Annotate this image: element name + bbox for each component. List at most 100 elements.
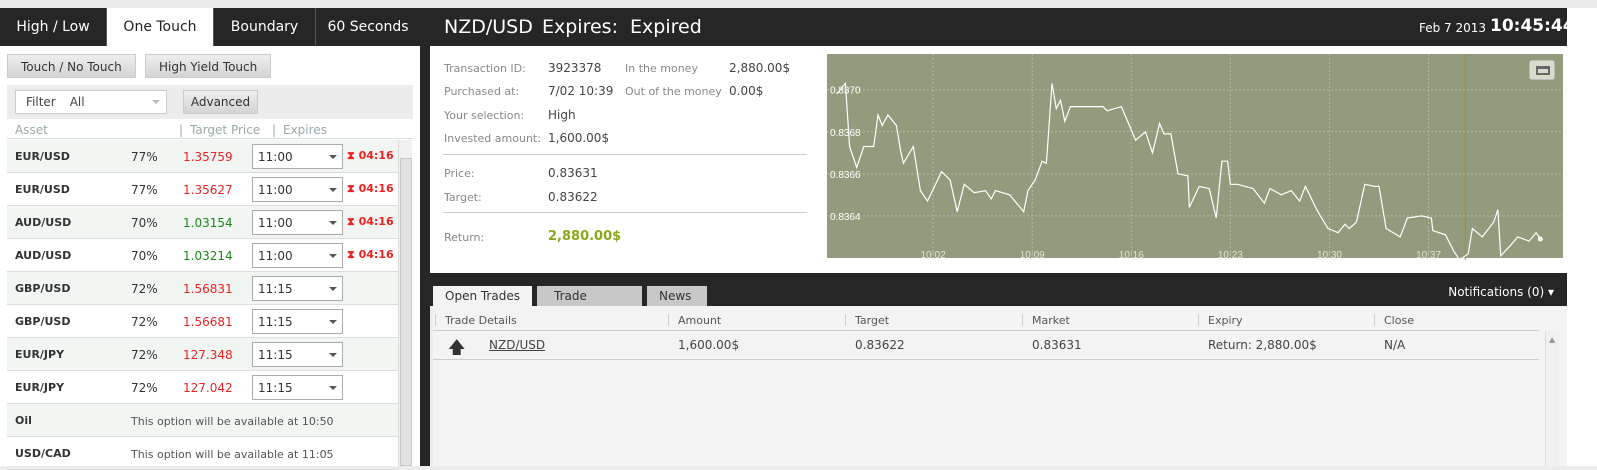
trades-scrollbar[interactable]: ▲ [1545, 331, 1559, 466]
notifications-label: Notifications (0) [1448, 285, 1545, 299]
expiry-select[interactable]: 11:00 [252, 210, 343, 235]
target: 0.83622 [548, 190, 598, 204]
tab-high-low[interactable]: High / Low [0, 8, 107, 46]
left-panel: High / Low One Touch Boundary 60 Seconds… [0, 8, 420, 470]
asset-row[interactable]: AUD/USD 70% 1.03214 11:00 ⧗ 04:16 [7, 239, 399, 272]
payout: 77% [131, 150, 158, 164]
label: In the money [625, 62, 698, 75]
trade-market: 0.83631 [1032, 338, 1082, 352]
filter-select[interactable]: Filter All [15, 90, 167, 114]
payout: 77% [131, 183, 158, 197]
asset-row[interactable]: GBP/USD 72% 1.56831 11:15 [7, 272, 399, 305]
col-expiry: Expiry [1198, 314, 1243, 327]
panel-divider [420, 8, 430, 466]
col-amount: Amount [667, 314, 722, 327]
divider [443, 212, 807, 213]
scroll-up-icon[interactable]: ▲ [1549, 335, 1555, 344]
payout: 72% [131, 348, 158, 362]
out-of-the-money: 0.00$ [729, 84, 764, 98]
countdown-value: 04:16 [358, 149, 394, 162]
trade-asset-link[interactable]: NZD/USD [489, 338, 545, 352]
asset-list-scrollbar[interactable] [398, 140, 412, 466]
col-asset: Asset [15, 123, 48, 137]
expiry-value: 11:00 [258, 183, 293, 197]
countdown: ⧗ 04:16 [347, 215, 394, 229]
target-price: 1.35759 [183, 150, 233, 164]
expiry-select[interactable]: 11:00 [252, 177, 343, 202]
your-selection: High [548, 108, 576, 122]
target-price: 1.03214 [183, 249, 233, 263]
trade-expiry: Return: 2,880.00$ [1208, 338, 1317, 352]
tab-news[interactable]: News [647, 286, 707, 306]
expiry-select[interactable]: 11:15 [252, 276, 343, 301]
right-gutter [1567, 8, 1597, 466]
asset-row[interactable]: GBP/USD 72% 1.56681 11:15 [7, 305, 399, 338]
open-trades-table: Trade Details Amount Target Market Expir… [433, 306, 1567, 466]
asset-row[interactable]: EUR/JPY 72% 127.042 11:15 [7, 371, 399, 404]
chevron-down-icon [329, 188, 337, 196]
hourglass-icon: ⧗ [347, 248, 355, 261]
col-target: Target Price [190, 123, 261, 137]
expiry-select[interactable]: 11:15 [252, 342, 343, 367]
countdown: ⧗ 04:16 [347, 182, 394, 196]
target-price: 127.348 [183, 348, 233, 362]
price: 0.83631 [548, 166, 598, 180]
col-market: Market [1022, 314, 1070, 327]
label: Purchased at: [444, 85, 520, 98]
asset-row[interactable]: AUD/USD 70% 1.03154 11:00 ⧗ 04:16 [7, 206, 399, 239]
expand-chart-icon[interactable] [1529, 60, 1555, 80]
expiry-select[interactable]: 11:15 [252, 375, 343, 400]
asset-row[interactable]: EUR/USD 77% 1.35759 11:00 ⧗ 04:16 [7, 140, 399, 173]
table-row[interactable]: 🡅 NZD/USD 1,600.00$ 0.83622 0.83631 Retu… [433, 331, 1539, 360]
expiry-select[interactable]: 11:15 [252, 309, 343, 334]
header-date: Feb 7 2013 [1419, 21, 1487, 35]
target-price: 1.56681 [183, 315, 233, 329]
tab-open-trades[interactable]: Open Trades [433, 286, 532, 306]
tab-one-touch[interactable]: One Touch [107, 8, 214, 46]
tab-trade-history[interactable]: Trade History [537, 286, 642, 323]
chevron-down-icon [329, 254, 337, 262]
chevron-down-icon [329, 386, 337, 394]
expiry-value: 11:15 [258, 315, 293, 329]
filter-row: Filter All Advanced [7, 85, 413, 119]
asset-row[interactable]: Oil This option will be available at 10:5… [7, 404, 399, 437]
high-yield-touch-button[interactable]: High Yield Touch [145, 54, 272, 78]
payout: 72% [131, 315, 158, 329]
notifications-dropdown[interactable]: Notifications (0) ▾ [1448, 285, 1554, 299]
trade-details: Transaction ID: 3923378 In the money 2,8… [430, 46, 827, 273]
expiry-select[interactable]: 11:00 [252, 144, 343, 169]
expiry-value: 11:15 [258, 381, 293, 395]
col-divider: | [179, 123, 184, 137]
asset-name: EUR/USD [15, 183, 70, 196]
scrollbar-thumb[interactable] [400, 158, 412, 466]
expiry-value: 11:00 [258, 216, 293, 230]
asset-row[interactable]: EUR/USD 77% 1.35627 11:00 ⧗ 04:16 [7, 173, 399, 206]
price-chart: 0.8370 0.8368 0.8366 0.8364 10:02 10:09 10:16 1… [827, 54, 1563, 261]
advanced-button[interactable]: Advanced [183, 90, 258, 114]
tab-60-seconds[interactable]: 60 Seconds [316, 8, 420, 46]
filter-label: Filter [26, 95, 56, 109]
expiry-value: 11:15 [258, 348, 293, 362]
payout: 72% [131, 282, 158, 296]
countdown-value: 04:16 [358, 182, 394, 195]
asset-row[interactable]: USD/CAD This option will be available at … [7, 437, 399, 470]
tab-boundary[interactable]: Boundary [214, 8, 316, 46]
label: Your selection: [444, 109, 525, 122]
expiry-select[interactable]: 11:00 [252, 243, 343, 268]
countdown: ⧗ 04:16 [347, 248, 394, 262]
touch-no-touch-button[interactable]: Touch / No Touch [7, 54, 136, 78]
payout: 70% [131, 249, 158, 263]
asset-name: EUR/JPY [15, 381, 65, 394]
chevron-down-icon [329, 221, 337, 229]
asset-row[interactable]: EUR/JPY 72% 127.348 11:15 [7, 338, 399, 371]
arrow-up-icon: 🡅 [448, 338, 466, 358]
y-tick-label: 0.8366 [830, 170, 861, 181]
trade-asset: NZD/USD [444, 16, 533, 38]
label: Price: [444, 167, 475, 180]
current-price-dot [1537, 236, 1543, 242]
divider [443, 154, 807, 155]
target-price: 1.35627 [183, 183, 233, 197]
chevron-down-icon: ▾ [1547, 285, 1554, 299]
col-expires: Expires [283, 123, 327, 137]
asset-name: AUD/USD [15, 249, 72, 262]
